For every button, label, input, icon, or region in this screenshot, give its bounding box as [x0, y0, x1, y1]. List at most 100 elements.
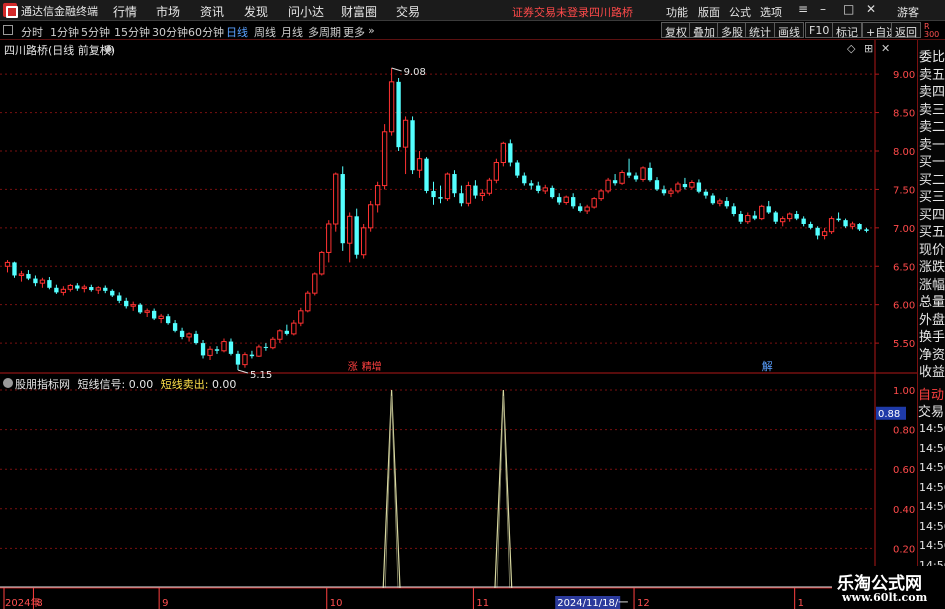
x-axis-label: 8: [36, 598, 42, 609]
app-logo: [3, 3, 18, 18]
candle-body: [396, 81, 401, 148]
candle-body: [738, 214, 743, 222]
candle-body: [724, 200, 729, 207]
quote-field-2: 卖四: [919, 85, 945, 100]
candle-body: [18, 273, 25, 276]
period-1min[interactable]: 1分钟: [50, 24, 79, 40]
candle-body: [26, 273, 31, 279]
menu-icon[interactable]: ≡: [798, 2, 808, 16]
menu-shichang[interactable]: 市场: [156, 3, 180, 20]
period-daily[interactable]: 日线: [226, 24, 248, 40]
menu-faxian[interactable]: 发现: [244, 3, 268, 20]
menu-gongshi[interactable]: 公式: [729, 4, 751, 20]
close-icon[interactable]: ✕: [866, 2, 876, 16]
candle-body: [235, 353, 241, 365]
period-more[interactable]: 更多: [343, 24, 365, 40]
candle-body: [60, 288, 67, 293]
candle-body: [138, 304, 143, 313]
candle-body: [717, 200, 723, 204]
tick-time-5: 14:56: [919, 519, 945, 533]
menu-gongneng[interactable]: 功能: [666, 4, 688, 20]
more-chevron-icon[interactable]: »: [368, 24, 375, 37]
period-monthly[interactable]: 月线: [281, 24, 303, 40]
fuquan-button[interactable]: 复权: [661, 22, 691, 39]
candle-body: [319, 251, 325, 275]
right-cap-bottom: 300: [924, 30, 940, 39]
minimize-icon[interactable]: –: [820, 2, 826, 16]
trade-button[interactable]: 交易: [918, 401, 944, 420]
candle-body: [12, 262, 17, 276]
menu-banmian[interactable]: 版面: [698, 4, 720, 20]
f10-button[interactable]: F10: [805, 22, 834, 38]
menu-hangqing[interactable]: 行情: [113, 3, 137, 20]
current-stock-name: 四川路桥: [589, 6, 633, 19]
price-tick-label: 8.50: [893, 109, 915, 120]
stats-button[interactable]: 统计: [745, 22, 775, 39]
axis-labels: 9.00 8.50 8.00 7.50 7.00 6.50 6.00 5.50 1.00 0.80…: [3, 67, 915, 609]
tick-time-3: 14:56: [919, 480, 945, 494]
draw-line-button[interactable]: 画线: [774, 22, 804, 39]
chart-close-icon[interactable]: ✕: [881, 42, 890, 55]
menu-caifuquan[interactable]: 财富圈: [341, 3, 377, 20]
candle-body: [144, 310, 150, 313]
back-button[interactable]: 返回: [891, 22, 921, 39]
candle-body: [361, 227, 367, 256]
expand-icon[interactable]: ⊞: [864, 42, 873, 55]
candle-body: [843, 220, 848, 227]
indicator-tick-label: 0.20: [893, 544, 915, 555]
candle-body: [4, 261, 11, 267]
low-label: 5.15: [250, 370, 272, 381]
login-status[interactable]: 证券交易未登录: [512, 4, 589, 20]
candle-body: [381, 131, 388, 187]
diamond-icon[interactable]: ◇: [847, 42, 855, 55]
menu-zixun[interactable]: 资讯: [200, 3, 224, 20]
period-fenshi[interactable]: 分时: [21, 24, 43, 40]
indicator-title: 股朋指标网 短线信号: 0.00 短线卖出: 0.00: [15, 376, 236, 392]
user-guest[interactable]: 游客: [897, 4, 919, 20]
period-multi[interactable]: 多周期: [308, 24, 341, 40]
candle-body: [424, 158, 429, 191]
candle-body: [529, 183, 534, 186]
candle-body: [864, 229, 869, 231]
signal-spike: [494, 389, 513, 589]
overlay-button[interactable]: 叠加: [689, 22, 719, 39]
candle-body: [486, 179, 493, 194]
maximize-icon[interactable]: □: [843, 2, 854, 16]
period-60min[interactable]: 60分钟: [188, 24, 224, 40]
candle-body: [801, 218, 806, 224]
candle-body: [689, 181, 695, 188]
menu-jiaoyi[interactable]: 交易: [396, 3, 420, 20]
quote-field-10: 买五: [919, 225, 945, 240]
indicator-tick-label: 0.60: [893, 465, 915, 476]
indicator-settings-icon[interactable]: [3, 378, 13, 388]
candle-body: [578, 206, 583, 211]
candle-body: [186, 333, 192, 338]
quote-field-6: 买一: [919, 155, 945, 170]
period-5min[interactable]: 5分钟: [81, 24, 110, 40]
candle-body: [563, 196, 569, 203]
period-30min[interactable]: 30分钟: [152, 24, 188, 40]
high-label: 9.08: [404, 67, 426, 78]
period-weekly[interactable]: 周线: [254, 24, 276, 40]
menu-wenxiaoda[interactable]: 问小达: [288, 3, 324, 20]
candle-body: [452, 174, 457, 194]
chart-canvas[interactable]: 9.00 8.50 8.00 7.50 7.00 6.50 6.00 5.50 1.00 0.80…: [0, 40, 917, 609]
price-tick-label: 7.00: [893, 224, 915, 235]
candle-body: [647, 167, 653, 181]
menu-xuanxiang[interactable]: 选项: [760, 4, 782, 20]
price-tick-label: 6.00: [893, 301, 915, 312]
quote-field-14: 总量: [919, 295, 945, 310]
candle-body: [388, 81, 395, 133]
tick-time-4: 14:56: [919, 500, 945, 513]
candle-body: [291, 322, 297, 335]
mark-button[interactable]: 标记: [832, 22, 862, 39]
chart-settings-icon[interactable]: ◉: [104, 42, 114, 55]
quote-field-16: 换手: [919, 330, 945, 345]
candle-body: [165, 316, 171, 324]
indicator-current-value: 0.88: [878, 409, 900, 420]
layout-icon[interactable]: [3, 25, 13, 35]
candle-body: [571, 197, 576, 207]
candle-body: [752, 215, 757, 219]
period-15min[interactable]: 15分钟: [114, 24, 150, 40]
multi-stock-button[interactable]: 多股: [717, 22, 747, 39]
